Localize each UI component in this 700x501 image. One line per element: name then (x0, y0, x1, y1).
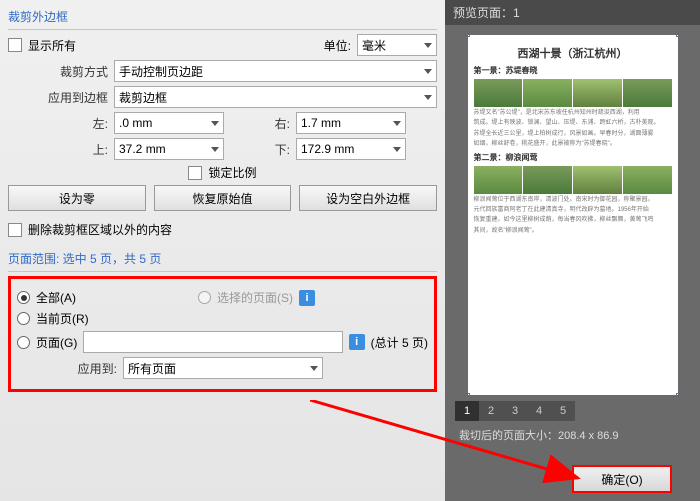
apply-to-select[interactable]: 所有页面 (123, 357, 323, 379)
radio-current-label: 当前页(R) (36, 310, 89, 327)
chevron-down-icon (424, 95, 432, 100)
doc-h1: 第一景：苏堤春晓 (474, 65, 672, 76)
info-icon: i (349, 334, 365, 350)
chevron-down-icon (211, 147, 219, 152)
unit-select[interactable]: 毫米 (357, 34, 437, 56)
crop-method-label: 裁剪方式 (8, 63, 108, 80)
chevron-down-icon (424, 69, 432, 74)
chevron-down-icon (310, 366, 318, 371)
doc-title: 西湖十景（浙江杭州） (474, 45, 672, 61)
radio-all-label: 全部(A) (36, 289, 76, 306)
total-pages-label: (总计 5 页) (371, 334, 428, 351)
apply-border-select[interactable]: 裁剪边框 (114, 86, 437, 108)
radio-pages-label: 页面(G) (36, 334, 77, 351)
chevron-down-icon (393, 147, 401, 152)
apply-border-label: 应用到边框 (8, 89, 108, 106)
page-1[interactable]: 1 (455, 401, 479, 421)
set-blank-button[interactable]: 设为空白外边框 (299, 185, 437, 211)
page-2[interactable]: 2 (479, 401, 503, 421)
right-margin-label: 右: (230, 115, 290, 132)
preview-page: 西湖十景（浙江杭州） 第一景：苏堤春晓 苏堤又名"苏公堤"，是北宋苏东坡任杭州知… (468, 35, 678, 395)
radio-pages[interactable] (17, 336, 30, 349)
delete-outside-label: 删除裁剪框区域以外的内容 (28, 221, 172, 238)
preview-header: 预览页面：1 (445, 0, 700, 25)
page-3[interactable]: 3 (503, 401, 527, 421)
left-margin-label: 左: (8, 115, 108, 132)
set-zero-button[interactable]: 设为零 (8, 185, 146, 211)
radio-all[interactable] (17, 291, 30, 304)
page-4[interactable]: 4 (527, 401, 551, 421)
bottom-margin-input[interactable]: 172.9 mm (296, 138, 406, 160)
unit-label: 单位: (324, 37, 351, 54)
radio-selected[interactable] (198, 291, 211, 304)
show-all-checkbox[interactable] (8, 38, 22, 52)
left-margin-input[interactable]: .0 mm (114, 112, 224, 134)
top-margin-input[interactable]: 37.2 mm (114, 138, 224, 160)
range-header: 页面范围: 选中 5 页，共 5 页 (8, 246, 437, 272)
pager: 1 2 3 4 5 (455, 401, 690, 421)
preview-panel: 预览页面：1 西湖十景（浙江杭州） 第一景：苏堤春晓 苏堤又名"苏公堤"，是北宋… (445, 0, 700, 501)
page-range-highlight: 全部(A) 选择的页面(S) i 当前页(R) 页面(G) i (总计 5 页)… (8, 276, 437, 392)
chevron-down-icon (211, 121, 219, 126)
pages-input[interactable] (83, 331, 342, 353)
lock-ratio-checkbox[interactable] (188, 166, 202, 180)
top-margin-label: 上: (8, 141, 108, 158)
doc-h2: 第二景：柳浪闻莺 (474, 152, 672, 163)
chevron-down-icon (393, 121, 401, 126)
show-all-label: 显示所有 (28, 37, 76, 54)
left-panel: 裁剪外边框 显示所有 单位: 毫米 裁剪方式 手动控制页边距 应用到边框 裁剪边… (0, 0, 445, 501)
apply-to-label: 应用到: (17, 360, 117, 377)
radio-current[interactable] (17, 312, 30, 325)
restore-button[interactable]: 恢复原始值 (154, 185, 292, 211)
crop-header: 裁剪外边框 (8, 4, 437, 30)
delete-outside-checkbox[interactable] (8, 223, 22, 237)
page-5[interactable]: 5 (551, 401, 575, 421)
right-margin-input[interactable]: 1.7 mm (296, 112, 406, 134)
ok-button[interactable]: 确定(O) (572, 465, 672, 493)
lock-ratio-label: 锁定比例 (208, 164, 256, 181)
chevron-down-icon (424, 43, 432, 48)
info-icon: i (299, 290, 315, 306)
bottom-margin-label: 下: (230, 141, 290, 158)
crop-method-select[interactable]: 手动控制页边距 (114, 60, 437, 82)
crop-size-label: 裁切后的页面大小：208.4 x 86.9 (455, 421, 690, 449)
radio-selected-label: 选择的页面(S) (217, 289, 293, 306)
